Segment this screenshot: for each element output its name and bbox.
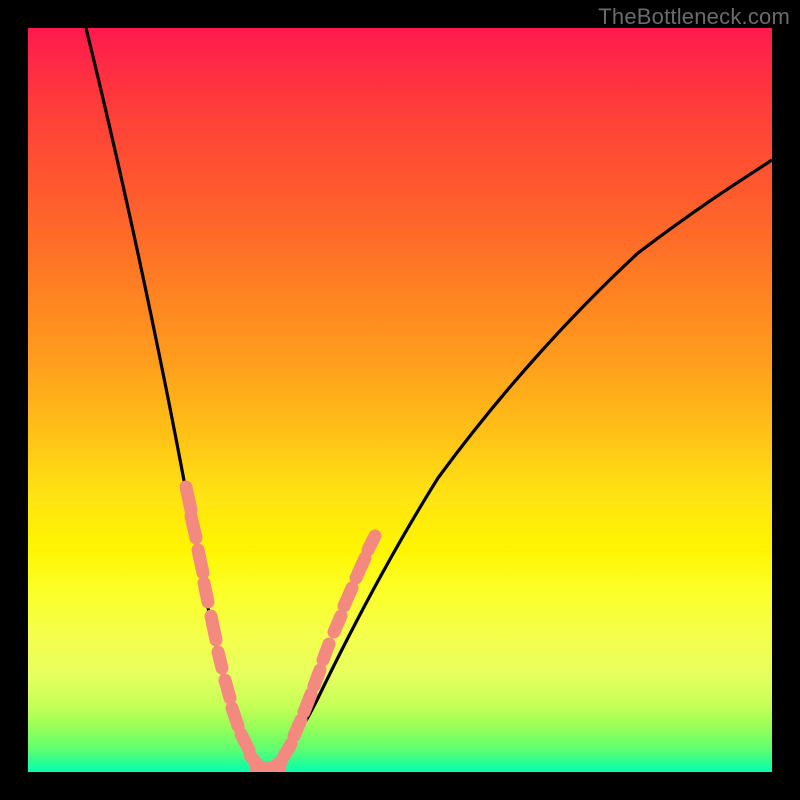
- highlight-dash: [356, 558, 365, 578]
- curve-right-branch: [262, 160, 772, 769]
- highlight-dash: [232, 708, 238, 726]
- highlight-dash: [323, 644, 329, 660]
- highlight-dash: [198, 550, 203, 573]
- plot-area: [28, 28, 772, 772]
- highlight-dash: [344, 588, 352, 606]
- highlight-dash: [225, 680, 230, 698]
- highlight-dash: [368, 536, 375, 550]
- curve-left-branch: [86, 28, 262, 769]
- highlight-dash: [314, 670, 320, 686]
- highlight-dash: [211, 616, 216, 640]
- highlight-dash: [241, 734, 249, 750]
- highlight-dash: [294, 720, 301, 736]
- highlight-dash: [218, 652, 222, 668]
- chart-container: TheBottleneck.com: [0, 0, 800, 800]
- highlight-dash: [334, 616, 341, 632]
- highlight-segments: [186, 487, 375, 768]
- highlight-dash: [191, 516, 196, 538]
- highlight-dash: [304, 694, 311, 712]
- watermark-text: TheBottleneck.com: [598, 4, 790, 30]
- curve-layer: [28, 28, 772, 772]
- highlight-dash: [186, 487, 191, 510]
- highlight-dash: [284, 744, 291, 756]
- highlight-dash: [204, 583, 208, 602]
